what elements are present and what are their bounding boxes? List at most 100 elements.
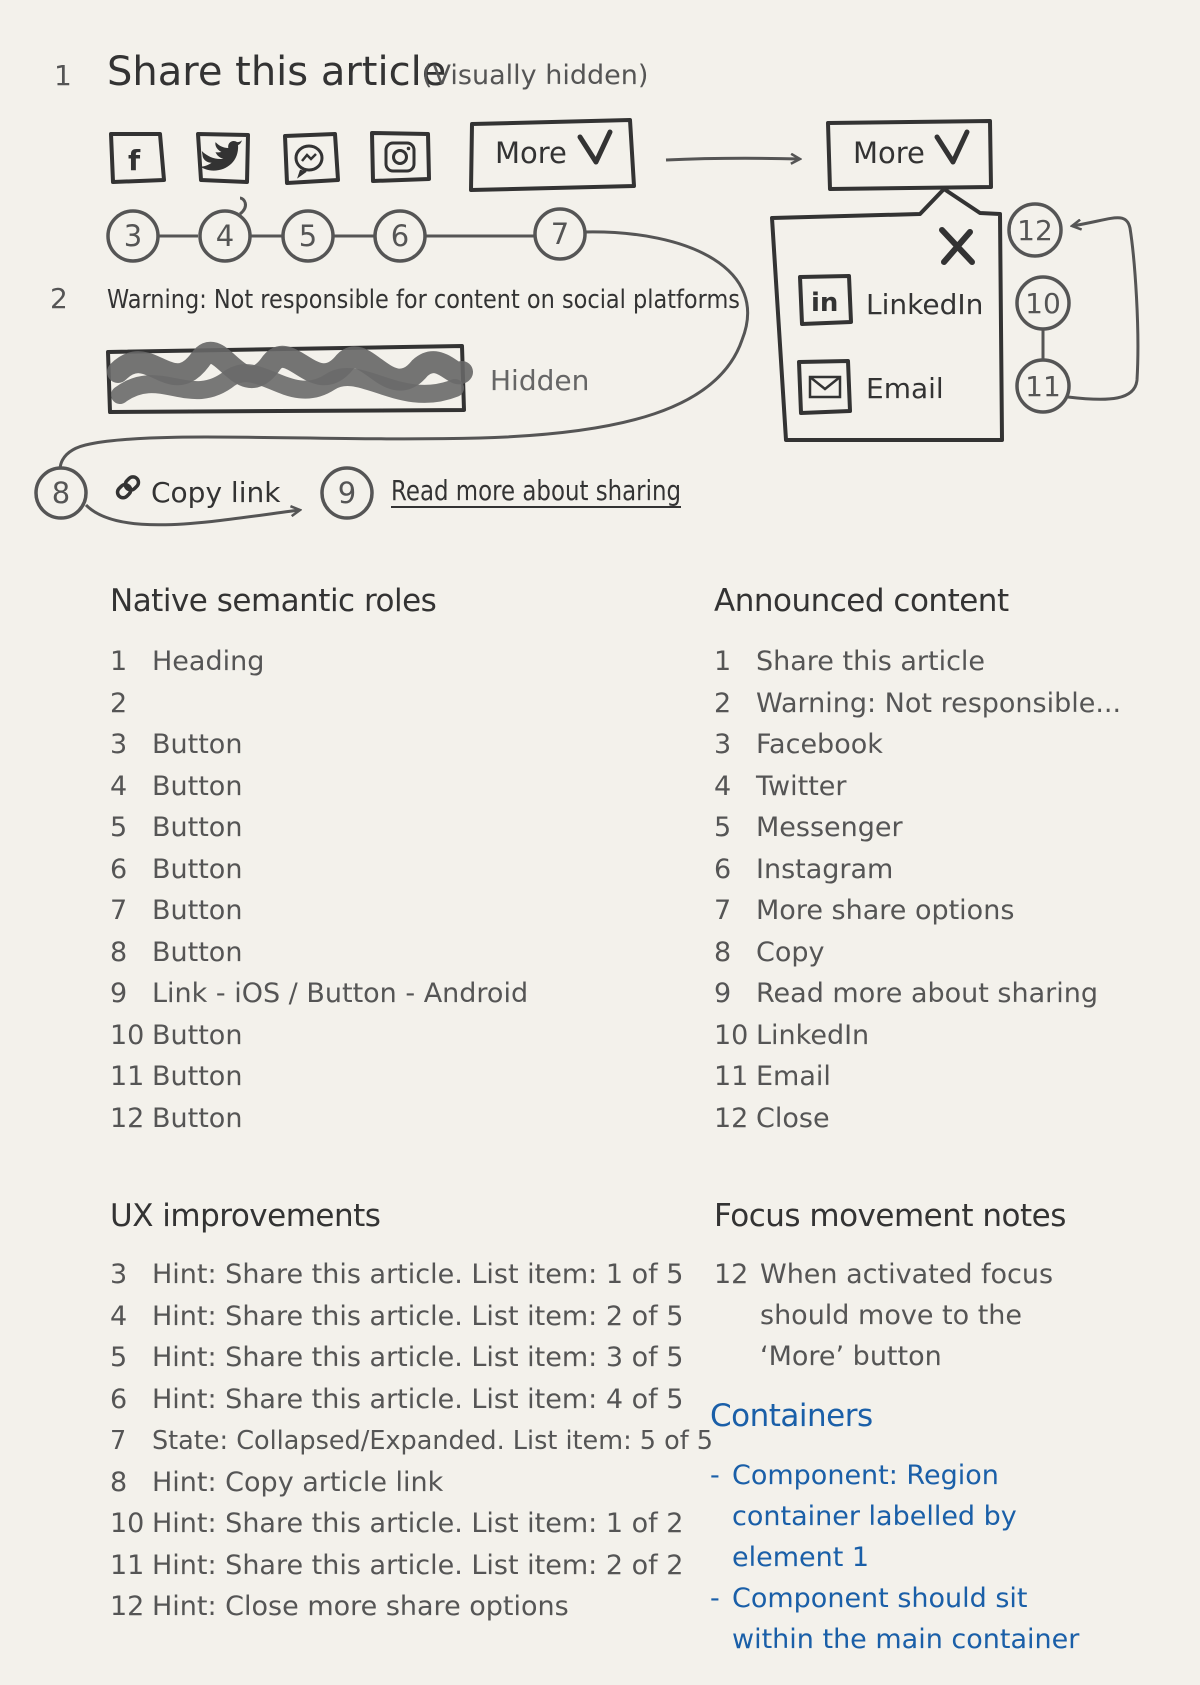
list-item: 4 Button — [110, 766, 670, 808]
marker-8-label: 8 — [52, 476, 70, 510]
roles-list: 1 Heading 2 3 Button 4 Button 5 Button 6 Butt… — [110, 641, 670, 1139]
email-icon — [808, 375, 842, 399]
facebook-button[interactable]: f — [109, 132, 166, 184]
item-number: 10 — [110, 1508, 145, 1540]
item-text: State: Collapsed/Expanded. List item: 5 … — [152, 1425, 714, 1456]
item-number: 6 — [110, 853, 128, 885]
item-text: Share this article — [756, 646, 986, 678]
facebook-icon: f — [128, 144, 141, 177]
item-text: Twitter — [756, 770, 847, 802]
linkedin-option[interactable]: in LinkedIn — [798, 274, 983, 326]
item-text: Component should sit within the main con… — [732, 1583, 1080, 1655]
list-item: 1 Share this article — [714, 641, 1184, 683]
item-number: 10 — [110, 1019, 145, 1051]
item-number: 4 — [110, 770, 128, 802]
marker-5-label: 5 — [299, 219, 317, 253]
instagram-button[interactable] — [370, 131, 431, 183]
list-item: 8 Hint: Copy article link — [110, 1462, 700, 1504]
item-number: 4 — [110, 1300, 128, 1332]
item-text: Hint: Close more share options — [152, 1591, 569, 1623]
marker-3: 3 — [106, 209, 160, 263]
item-text: Button — [152, 1102, 243, 1134]
item-text: Read more about sharing — [756, 978, 1099, 1010]
item-text: Hint: Copy article link — [152, 1466, 444, 1498]
more-options-popup: in LinkedIn Email — [770, 187, 1004, 442]
item-text: Hint: Share this article. List item: 1 o… — [152, 1259, 684, 1291]
item-text: Button — [152, 936, 243, 968]
messenger-button[interactable] — [283, 132, 340, 185]
twitter-button[interactable] — [196, 132, 250, 184]
list-item: 1 Heading — [110, 641, 670, 683]
read-more-link[interactable]: Read more about sharing — [391, 474, 681, 508]
linkedin-label: LinkedIn — [866, 288, 983, 321]
heading-share-article: Share this article — [107, 49, 446, 95]
list-item: - Component: Region container labelled b… — [710, 1455, 1110, 1578]
marker-11-label: 11 — [1025, 370, 1061, 403]
item-text: When activated focus should move to the … — [760, 1259, 1054, 1372]
item-number: 12 — [110, 1591, 145, 1623]
list-item: 7 Button — [110, 890, 670, 932]
item-text: Email — [756, 1061, 831, 1093]
item-number: 12 — [714, 1102, 749, 1134]
messenger-icon — [294, 144, 324, 179]
marker-4: 4 — [198, 209, 252, 263]
marker-5: 5 — [281, 209, 335, 263]
bullet-dash: - — [710, 1583, 720, 1614]
list-item: 4 Hint: Share this article. List item: 2 … — [110, 1296, 700, 1338]
instagram-icon — [384, 141, 416, 173]
item-text: Close — [756, 1102, 830, 1134]
list-item: 9 Read more about sharing — [714, 973, 1184, 1015]
marker-9: 9 — [320, 466, 374, 520]
email-option[interactable]: Email — [797, 359, 944, 415]
item-number: 8 — [110, 936, 128, 968]
marker-7-label: 7 — [551, 217, 569, 251]
item-text: Button — [152, 1019, 243, 1051]
list-item: 10 Hint: Share this article. List item: 1… — [110, 1503, 700, 1545]
item-number: 3 — [110, 1259, 128, 1291]
list-item: 3 Facebook — [714, 724, 1184, 766]
marker-10-label: 10 — [1025, 287, 1061, 320]
more-button-expanded[interactable]: More — [826, 119, 993, 191]
item-number: 7 — [110, 895, 128, 927]
item-number: 4 — [714, 770, 732, 802]
marker-11: 11 — [1015, 358, 1071, 414]
more-button[interactable]: More — [469, 118, 636, 192]
list-item: 6 Hint: Share this article. List item: 4 … — [110, 1379, 700, 1421]
focus-order-line — [58, 230, 750, 477]
item-number: 11 — [110, 1549, 145, 1581]
item-number: 5 — [110, 812, 128, 844]
item-number: 11 — [110, 1061, 145, 1093]
marker-3-label: 3 — [124, 219, 142, 253]
item-text: Hint: Share this article. List item: 1 o… — [152, 1508, 684, 1540]
list-item: 9 Link - iOS / Button - Android — [110, 973, 670, 1015]
marker-10: 10 — [1015, 275, 1071, 331]
item-text: Component: Region container labelled by … — [732, 1460, 1017, 1573]
focus-order-line — [1067, 216, 1140, 401]
item-number: 6 — [110, 1383, 128, 1415]
list-item: 6 Button — [110, 849, 670, 891]
copy-link-button[interactable]: Copy link — [115, 475, 281, 509]
item-number: 5 — [714, 812, 732, 844]
list-item: 11 Button — [110, 1056, 670, 1098]
close-icon[interactable] — [939, 227, 975, 265]
roles-section-title: Native semantic roles — [110, 583, 437, 619]
list-item: 10 Button — [110, 1015, 670, 1057]
item-text: Button — [152, 770, 243, 802]
chevron-down-icon — [934, 129, 970, 165]
item-number: 5 — [110, 1342, 128, 1374]
warning-number: 2 — [50, 282, 68, 315]
list-item: 3 Button — [110, 724, 670, 766]
more-label: More — [495, 136, 567, 170]
bullet-dash: - — [710, 1460, 720, 1491]
list-item: 12 Hint: Close more share options — [110, 1586, 700, 1628]
focus-note: 12 When activated focus should move to t… — [714, 1254, 1114, 1377]
item-number: 7 — [714, 895, 732, 927]
list-item: 5 Messenger — [714, 807, 1184, 849]
item-text: Hint: Share this article. List item: 4 o… — [152, 1383, 684, 1415]
warning-text: Warning: Not responsible for content on … — [107, 285, 740, 315]
email-label: Email — [866, 372, 944, 405]
twitter-icon — [199, 140, 242, 171]
list-item: 11 Email — [714, 1056, 1184, 1098]
item-number: 3 — [714, 729, 732, 761]
list-item: 6 Instagram — [714, 849, 1184, 891]
